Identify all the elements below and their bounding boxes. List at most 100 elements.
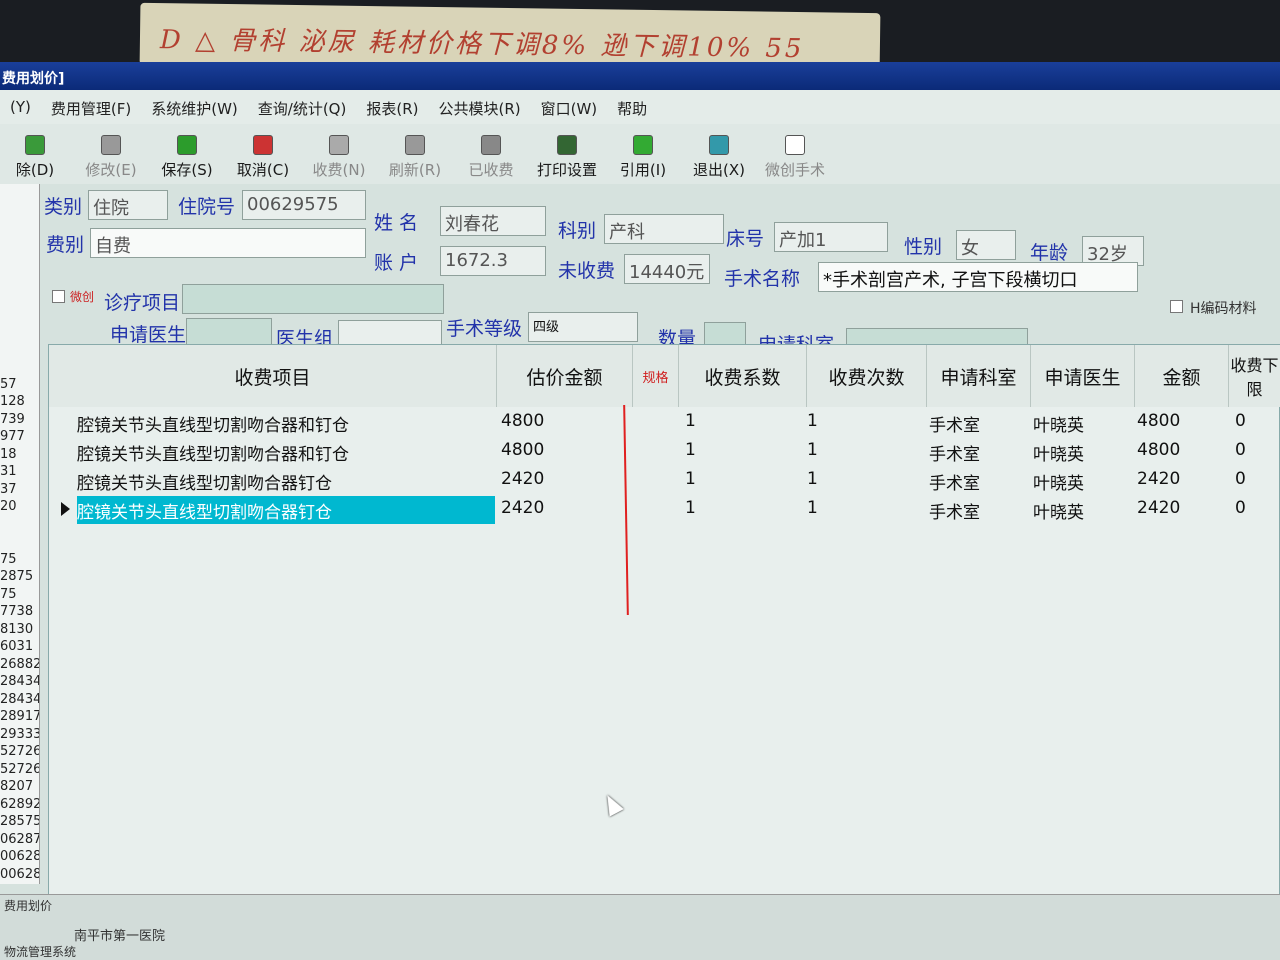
col-header-req-doctor[interactable]: 申请医生 [1031,345,1135,407]
surgery-name-field[interactable]: *手术剖宫产术, 子宫下段横切口 [818,262,1138,292]
left-list-item[interactable] [0,534,39,552]
left-list-item[interactable]: 8207 [0,779,39,797]
toolbar-button-4[interactable]: 收费(N) [304,124,374,180]
toolbar-button-6[interactable]: 已收费 [456,124,526,180]
left-list-item[interactable] [0,237,39,255]
left-list-item[interactable]: 18 [0,447,39,465]
left-list-item[interactable]: 28575 [0,814,39,832]
col-header-lower-limit[interactable]: 收费下限 [1229,345,1280,407]
toolbar-button-3[interactable]: 取消(C) [228,124,298,180]
left-list-item[interactable] [0,324,39,342]
table-cell-estimate[interactable]: 4800 [501,411,631,431]
table-cell-req_dept[interactable]: 手术室 [929,440,1029,465]
col-header-times[interactable]: 收费次数 [807,345,927,407]
table-cell-coef[interactable]: 1 [685,469,805,489]
account-field[interactable]: 1672.3 [440,246,546,276]
left-list-item[interactable]: 527265 [0,744,39,762]
table-cell-item[interactable]: 腔镜关节头直线型切割吻合器钉仓 [77,469,497,494]
left-list-item[interactable] [0,359,39,377]
toolbar-button-2[interactable]: 保存(S) [152,124,222,180]
left-list-item[interactable] [0,342,39,360]
table-cell-estimate[interactable]: 2420 [501,498,631,518]
table-cell-item[interactable]: 腔镜关节头直线型切割吻合器钉仓 [77,498,497,523]
treatment-item-field[interactable] [182,284,444,314]
left-list-item[interactable]: 128 [0,394,39,412]
unpaid-field[interactable]: 14440元 [624,254,710,284]
col-header-item[interactable]: 收费项目 [49,345,497,407]
menu-item-5[interactable]: 公共模块(R) [428,90,530,124]
table-cell-req_doc[interactable]: 叶晓英 [1033,440,1133,465]
left-list-item[interactable]: 37 [0,482,39,500]
table-cell-amount[interactable]: 4800 [1137,411,1227,431]
table-cell-req_dept[interactable]: 手术室 [929,411,1029,436]
table-cell-lower[interactable]: 0 [1235,440,1279,460]
left-list-item[interactable]: 75 [0,587,39,605]
table-cell-req_dept[interactable]: 手术室 [929,469,1029,494]
fee-type-field[interactable]: 自费 [90,228,366,258]
left-list-item[interactable]: 977 [0,429,39,447]
table-cell-req_doc[interactable]: 叶晓英 [1033,469,1133,494]
col-header-req-dept[interactable]: 申请科室 [927,345,1031,407]
left-list-item[interactable]: 628922 [0,797,39,815]
menu-item-2[interactable]: 系统维护(W) [141,90,248,124]
left-list-item[interactable]: 0062875 [0,849,39,867]
left-list-item[interactable]: 2875 [0,569,39,587]
left-list-item[interactable]: 28434 [0,692,39,710]
toolbar-button-8[interactable]: 引用(I) [608,124,678,180]
col-header-amount[interactable]: 金额 [1135,345,1229,407]
table-cell-coef[interactable]: 1 [685,498,805,518]
toolbar-button-9[interactable]: 退出(X) [684,124,754,180]
table-cell-lower[interactable]: 0 [1235,411,1279,431]
left-list-item[interactable]: 6031 [0,639,39,657]
sex-field[interactable]: 女 [956,230,1016,260]
table-cell-req_dept[interactable]: 手术室 [929,498,1029,523]
left-list-item[interactable]: 31 [0,464,39,482]
inpatient-no-field[interactable]: 00629575 [242,190,366,220]
table-cell-times[interactable]: 1 [807,469,925,489]
toolbar-button-7[interactable]: 打印设置 [532,124,602,180]
bed-field[interactable]: 产加1 [774,222,888,252]
table-cell-req_doc[interactable]: 叶晓英 [1033,411,1133,436]
left-list-item[interactable] [0,202,39,220]
table-cell-lower[interactable]: 0 [1235,498,1279,518]
left-list-item[interactable]: 20 [0,499,39,517]
toolbar-button-1[interactable]: 修改(E) [76,124,146,180]
table-cell-coef[interactable]: 1 [685,411,805,431]
col-header-estimate[interactable]: 估价金额 [497,345,633,407]
left-list-item[interactable]: 0628756 [0,832,39,850]
left-list-item[interactable]: 26882 [0,657,39,675]
left-list-item[interactable]: 739 [0,412,39,430]
left-list-item[interactable]: 57 [0,377,39,395]
menu-item-0[interactable]: (Y) [0,90,41,124]
left-list-item[interactable]: 28434 [0,674,39,692]
menu-item-1[interactable]: 费用管理(F) [41,90,141,124]
left-list-item[interactable]: 7738 [0,604,39,622]
left-list-item[interactable]: 29333 [0,727,39,745]
table-cell-coef[interactable]: 1 [685,440,805,460]
table-cell-amount[interactable]: 2420 [1137,498,1227,518]
menu-item-6[interactable]: 窗口(W) [531,90,608,124]
left-list-item[interactable] [0,254,39,272]
left-record-list[interactable]: 57 128 739 977 18 31 37 20 75 2875 75 7738 8130 6031 2… [0,184,40,884]
menu-item-4[interactable]: 报表(R) [356,90,428,124]
left-list-item[interactable]: 28917 [0,709,39,727]
menu-item-3[interactable]: 查询/统计(Q) [248,90,357,124]
left-list-item[interactable]: 75 [0,552,39,570]
table-cell-item[interactable]: 腔镜关节头直线型切割吻合器和钉仓 [77,411,497,436]
table-cell-times[interactable]: 1 [807,440,925,460]
toolbar-button-0[interactable]: 除(D) [0,124,70,180]
toolbar-button-5[interactable]: 刷新(R) [380,124,450,180]
table-cell-amount[interactable]: 4800 [1137,440,1227,460]
table-cell-item[interactable]: 腔镜关节头直线型切割吻合器和钉仓 [77,440,497,465]
left-list-item[interactable]: 0062875 [0,867,39,885]
name-field[interactable]: 刘春花 [440,206,546,236]
left-list-item[interactable] [0,219,39,237]
left-list-item[interactable] [0,184,39,202]
left-list-item[interactable]: 8130 [0,622,39,640]
col-header-spec[interactable]: 规格 [633,345,679,407]
table-cell-amount[interactable]: 2420 [1137,469,1227,489]
menu-item-7[interactable]: 帮助 [607,90,657,124]
left-list-item[interactable] [0,289,39,307]
table-cell-estimate[interactable]: 4800 [501,440,631,460]
table-cell-lower[interactable]: 0 [1235,469,1279,489]
